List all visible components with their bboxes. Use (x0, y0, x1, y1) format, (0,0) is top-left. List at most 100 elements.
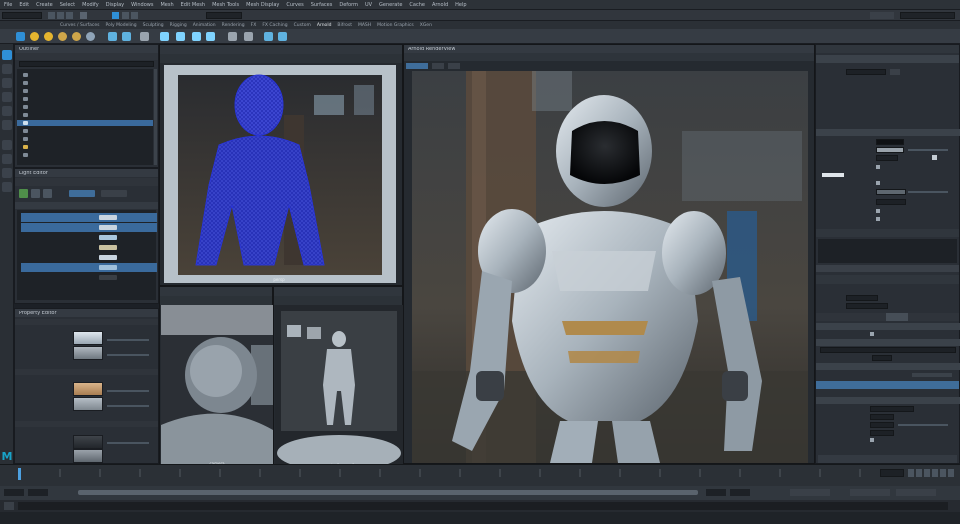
close-button[interactable] (818, 455, 957, 463)
menu-item[interactable]: Cache (409, 2, 425, 8)
snap-curve-icon[interactable] (131, 12, 138, 19)
shadow-slider[interactable] (908, 191, 948, 193)
color-swatch-grey[interactable] (73, 397, 103, 411)
range-start-field[interactable] (28, 489, 48, 496)
script-language-toggle[interactable] (4, 502, 14, 510)
menu-item[interactable]: UV (365, 2, 372, 8)
menu-item[interactable]: Mesh Tools (212, 2, 239, 8)
menu-item[interactable]: Display (106, 2, 124, 8)
select-tool-icon[interactable] (2, 50, 12, 60)
focus-button[interactable] (890, 69, 900, 75)
open-scene-icon[interactable] (57, 12, 64, 19)
shelf-tab[interactable]: MASH (358, 23, 371, 28)
color-swatch-dark[interactable] (73, 435, 103, 449)
section-header[interactable] (816, 363, 960, 370)
volume-icon[interactable] (160, 32, 169, 41)
value-field[interactable] (870, 430, 894, 436)
flush-cache-icon[interactable] (228, 32, 237, 41)
time-slider[interactable] (0, 464, 960, 486)
skydome-light-icon[interactable] (30, 32, 39, 41)
shelf-tab[interactable]: Rigging (170, 23, 187, 28)
lasso-tool-icon[interactable] (2, 64, 12, 74)
add-light-icon[interactable] (19, 189, 28, 198)
viewport-bottom-left[interactable]: camera (159, 286, 273, 470)
physical-sky-icon[interactable] (86, 32, 95, 41)
play-forward-icon[interactable] (932, 469, 938, 477)
menu-item[interactable]: Modify (82, 2, 99, 8)
light-color-swatch[interactable] (99, 235, 117, 240)
color-swatch-light[interactable] (73, 331, 103, 345)
menu-item[interactable]: Windows (131, 2, 153, 8)
area-light-icon[interactable] (44, 32, 53, 41)
start-frame-field[interactable] (4, 489, 24, 496)
intensity-slider[interactable] (107, 390, 149, 392)
new-scene-icon[interactable] (48, 12, 55, 19)
snapshot-icon[interactable] (278, 32, 287, 41)
list-item-selected[interactable] (17, 120, 153, 126)
arnold-light-icon[interactable] (16, 32, 25, 41)
table-row[interactable] (21, 243, 157, 252)
snap-grid-icon[interactable] (122, 12, 129, 19)
layout-two-icon[interactable] (2, 168, 12, 178)
table-row[interactable] (21, 253, 157, 262)
threads-slider[interactable] (898, 424, 948, 426)
anim-layer-dropdown[interactable] (850, 489, 890, 496)
menu-item[interactable]: Mesh (160, 2, 173, 8)
samples-field[interactable] (876, 199, 906, 205)
shelf-tab[interactable]: Curves / Surfaces (60, 23, 100, 28)
layout-four-icon[interactable] (2, 154, 12, 164)
license-icon[interactable] (244, 32, 253, 41)
photometric-light-icon[interactable] (72, 32, 81, 41)
menu-item[interactable]: Curves (286, 2, 303, 8)
end-frame-field[interactable] (730, 489, 750, 496)
menu-item[interactable]: Select (60, 2, 75, 8)
checkbox[interactable] (876, 165, 880, 169)
current-time-marker[interactable] (18, 468, 21, 480)
light-color-swatch[interactable] (99, 255, 117, 260)
node-tab[interactable] (816, 55, 959, 63)
viewport-bottom-right[interactable]: renderCamera1 (273, 286, 403, 470)
checkbox[interactable] (870, 332, 874, 336)
list-item[interactable] (23, 136, 28, 142)
light-filter-button[interactable] (69, 190, 95, 197)
play-backward-icon[interactable] (924, 469, 930, 477)
section-header[interactable] (816, 397, 960, 404)
mesh-light-icon[interactable] (58, 32, 67, 41)
scale-tool-icon[interactable] (2, 120, 12, 130)
section-header[interactable] (816, 129, 960, 136)
menu-item[interactable]: Help (455, 2, 466, 8)
light-color-swatch[interactable] (99, 215, 117, 220)
layout-single-icon[interactable] (2, 140, 12, 150)
light-color-swatch[interactable] (99, 275, 117, 280)
preset-dropdown[interactable] (846, 303, 888, 309)
shelf-tab[interactable]: Rendering (222, 23, 245, 28)
outliner-scrollbar[interactable] (154, 69, 157, 165)
intensity-slider[interactable] (107, 442, 149, 444)
outliner-search-field[interactable] (19, 61, 154, 67)
tx-manager-icon[interactable] (206, 32, 215, 41)
renderer-dropdown[interactable] (846, 295, 878, 301)
select-hierarchy-icon[interactable] (80, 12, 87, 19)
menu-item[interactable]: Arnold (432, 2, 448, 8)
outliner-layout-icon[interactable] (2, 182, 12, 192)
shader-ball-icon[interactable] (140, 32, 149, 41)
render-view-icon[interactable] (108, 32, 117, 41)
select-load-button-row[interactable] (816, 265, 959, 272)
list-item[interactable] (23, 80, 28, 86)
color-field[interactable] (876, 139, 904, 145)
range-end-field[interactable] (706, 489, 726, 496)
table-row[interactable] (21, 213, 157, 222)
list-item[interactable] (23, 128, 28, 134)
list-item[interactable] (23, 72, 28, 78)
intensity-slider[interactable] (908, 149, 948, 151)
light-color-swatch[interactable] (99, 225, 117, 230)
ipr-icon[interactable] (264, 32, 273, 41)
table-row[interactable] (21, 223, 157, 232)
list-item[interactable] (23, 112, 28, 118)
bucket-size-field[interactable] (870, 414, 894, 420)
section-header[interactable] (816, 323, 960, 330)
shelf-tab[interactable]: XGen (420, 23, 432, 28)
step-forward-icon[interactable] (940, 469, 946, 477)
paint-select-icon[interactable] (2, 78, 12, 88)
menu-item[interactable]: Create (36, 2, 53, 8)
